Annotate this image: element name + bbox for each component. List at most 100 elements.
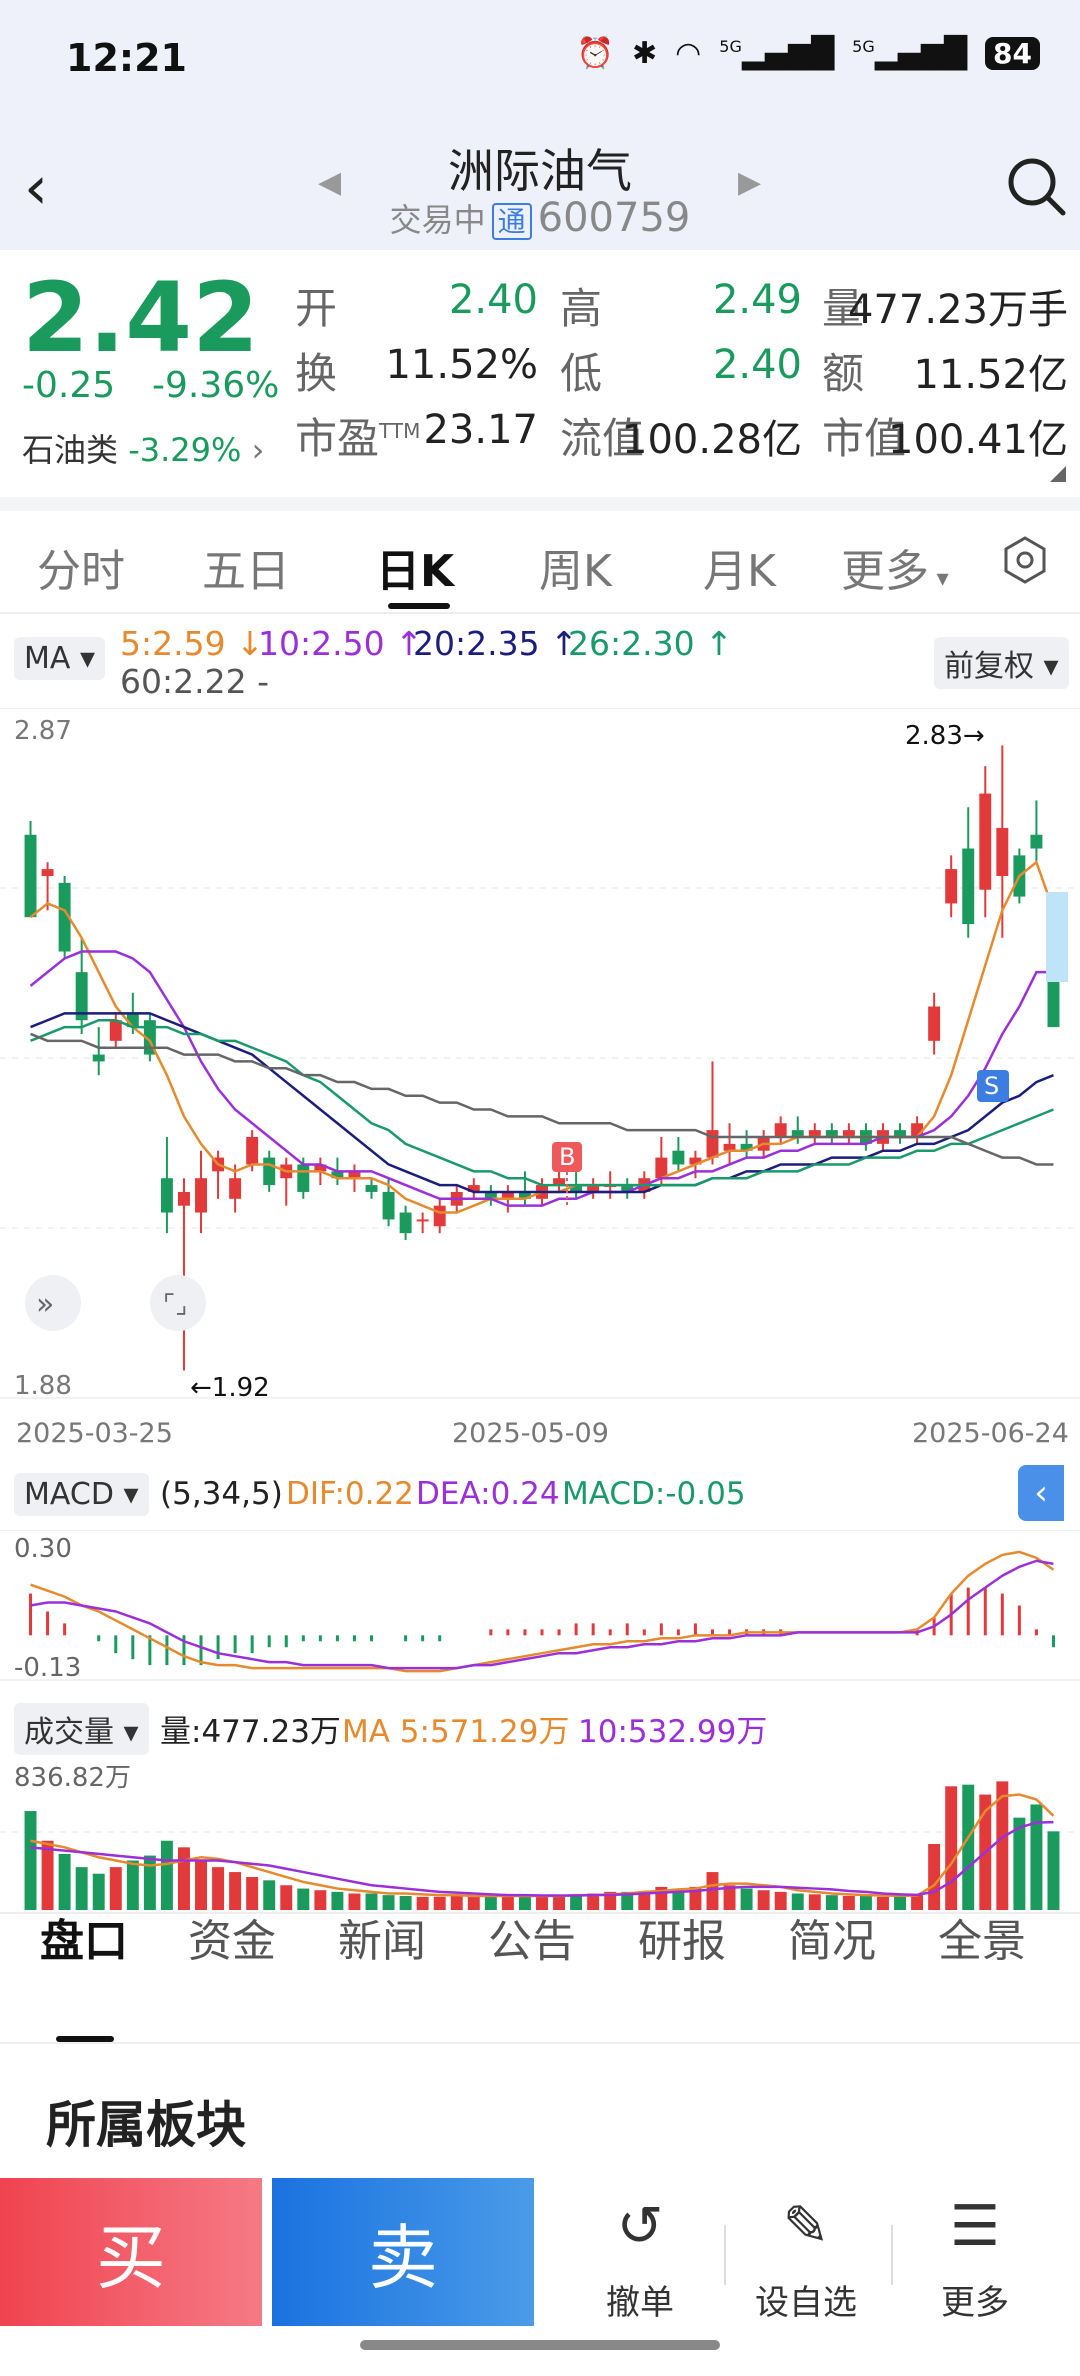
kline-low-label: ←1.92 — [190, 1373, 270, 1403]
candle-body — [24, 834, 37, 918]
chart-settings-icon[interactable] — [1000, 535, 1050, 589]
trading-status: 交易中 — [389, 201, 486, 239]
quote-value: 23.17 — [423, 407, 538, 453]
sector-name: 石油类 — [22, 431, 119, 469]
volume-bar — [24, 1811, 37, 1910]
volume-ma10: 10:532.99万 — [578, 1714, 768, 1750]
tab-five-day[interactable]: 五日 — [202, 535, 290, 599]
candle-body — [297, 1164, 310, 1192]
volume-bars — [24, 1781, 1060, 1910]
quote-label: 高 — [560, 284, 603, 333]
quote-value: 100.28亿 — [622, 417, 802, 463]
bluetooth-icon: ✱ — [631, 36, 658, 71]
indicator-selector-macd[interactable]: MACD ▾ — [14, 1473, 149, 1516]
cancel-order-icon: ↺ — [616, 2194, 664, 2259]
kline-ma-lines — [29, 860, 1055, 1214]
volume-chart[interactable]: 836.82万 — [0, 1752, 1080, 1912]
home-indicator[interactable] — [360, 2340, 720, 2350]
indicator-selector-volume[interactable]: 成交量 ▾ — [14, 1703, 149, 1755]
volume-bar — [911, 1895, 924, 1910]
adjust-selector[interactable]: 前复权 ▾ — [934, 637, 1069, 689]
bottom-tab[interactable]: 全景 — [938, 1905, 1026, 1969]
volume-bar — [160, 1840, 173, 1910]
volume-bar — [433, 1896, 446, 1910]
sector-link[interactable]: 石油类 -3.29% › — [22, 425, 264, 471]
stock-header: ‹ ◀ ▶ 洲际油气 交易中通 600759 — [0, 115, 1080, 250]
more-button[interactable]: ☰ 更多 — [905, 2195, 1045, 2324]
candle-body — [416, 1219, 429, 1222]
candle-body — [774, 1123, 787, 1137]
signal-icon-1: 5G▂▄▆█ — [719, 36, 835, 71]
divider — [891, 2225, 893, 2285]
macd-params: (5,34,5) — [160, 1476, 283, 1512]
divider — [0, 497, 1080, 511]
bottom-tab[interactable]: 盘口 — [40, 1905, 128, 1969]
volume-bar — [195, 1860, 207, 1910]
add-watchlist-button[interactable]: ✎ 设自选 — [736, 2195, 876, 2324]
volume-bar — [109, 1867, 122, 1910]
candle-body — [109, 1020, 122, 1041]
buy-button[interactable]: 买 — [0, 2178, 262, 2326]
ma-line-ma26 — [30, 1018, 1054, 1187]
status-bar: 12:21 ⏰ ✱ ◠ 5G▂▄▆█ 5G▂▄▆█ 84 — [0, 0, 1080, 115]
collapse-panel-icon[interactable]: ‹ — [1018, 1465, 1064, 1521]
divider — [0, 2042, 1080, 2044]
volume-bar — [297, 1888, 310, 1910]
quote-label: 市盈TTM — [295, 414, 421, 463]
candle-body — [382, 1191, 395, 1220]
expand-corner-icon[interactable] — [1050, 466, 1066, 482]
bottom-tab[interactable]: 新闻 — [338, 1905, 426, 1969]
volume-bar — [757, 1890, 770, 1910]
fullscreen-button[interactable]: ⌜⌟ — [150, 1275, 206, 1331]
candle-body — [195, 1178, 207, 1213]
bottom-tab[interactable]: 公告 — [488, 1905, 576, 1969]
svg-text:B: B — [559, 1143, 575, 1171]
candle-body — [962, 848, 975, 925]
tab-weekly-k[interactable]: 周K — [539, 535, 612, 599]
tab-intraday[interactable]: 分时 — [37, 535, 125, 599]
bottom-tab[interactable]: 简况 — [788, 1905, 876, 1969]
ma20-value: 20:2.35 ↑ — [413, 624, 578, 663]
volume-bar — [41, 1840, 54, 1910]
expand-chart-button[interactable]: » — [25, 1275, 81, 1331]
stock-subtitle: 交易中通 600759 — [0, 195, 1080, 241]
sell-marker: S — [977, 1070, 1009, 1102]
chevron-right-icon: › — [251, 431, 265, 469]
svg-text:⌜⌟: ⌜⌟ — [163, 1290, 187, 1320]
search-icon[interactable] — [1005, 155, 1069, 223]
tab-monthly-k[interactable]: 月K — [703, 535, 776, 599]
volume-bar — [450, 1895, 463, 1910]
candle-body — [945, 869, 958, 904]
kline-chart[interactable]: 2.87 1.88 2.83→ ←1.92 B S » ⌜⌟ — [0, 708, 1080, 1408]
ma60-value: 60:2.22 - — [120, 662, 269, 701]
bottom-tab[interactable]: 资金 — [188, 1905, 276, 1969]
stock-code: 600759 — [537, 195, 691, 241]
tab-daily-k[interactable]: 日K — [376, 535, 454, 599]
candle-body — [263, 1157, 276, 1186]
candle-body — [160, 1178, 173, 1213]
sell-button[interactable]: 卖 — [272, 2178, 534, 2326]
candle-body — [229, 1178, 242, 1199]
date-mid: 2025-05-09 — [452, 1418, 609, 1449]
volume-bar — [740, 1888, 753, 1910]
cancel-order-button[interactable]: ↺ 撤单 — [570, 2195, 710, 2324]
volume-bar — [126, 1860, 139, 1910]
kline-axis-bottom: 1.88 — [14, 1371, 72, 1401]
active-tab-indicator — [388, 603, 450, 609]
volume-bar — [467, 1895, 480, 1910]
candle-body — [1030, 834, 1043, 849]
quote-value: 11.52亿 — [913, 352, 1068, 398]
candle-body — [655, 1157, 668, 1179]
price-range-highlight — [1046, 892, 1068, 982]
divider — [724, 2225, 726, 2285]
stock-name: 洲际油气 — [448, 144, 632, 198]
volume-bar — [1030, 1804, 1043, 1910]
tab-more[interactable]: 更多 ▾ — [841, 535, 949, 599]
date-start: 2025-03-25 — [16, 1418, 173, 1449]
volume-bar — [928, 1844, 941, 1910]
bottom-tab[interactable]: 研报 — [638, 1905, 726, 1969]
macd-chart[interactable]: 0.30 -0.13 — [0, 1530, 1080, 1685]
ma5-value: 5:2.59 ↓ — [120, 624, 264, 663]
battery-icon: 84 — [985, 37, 1040, 70]
indicator-selector-ma[interactable]: MA ▾ — [14, 637, 106, 680]
